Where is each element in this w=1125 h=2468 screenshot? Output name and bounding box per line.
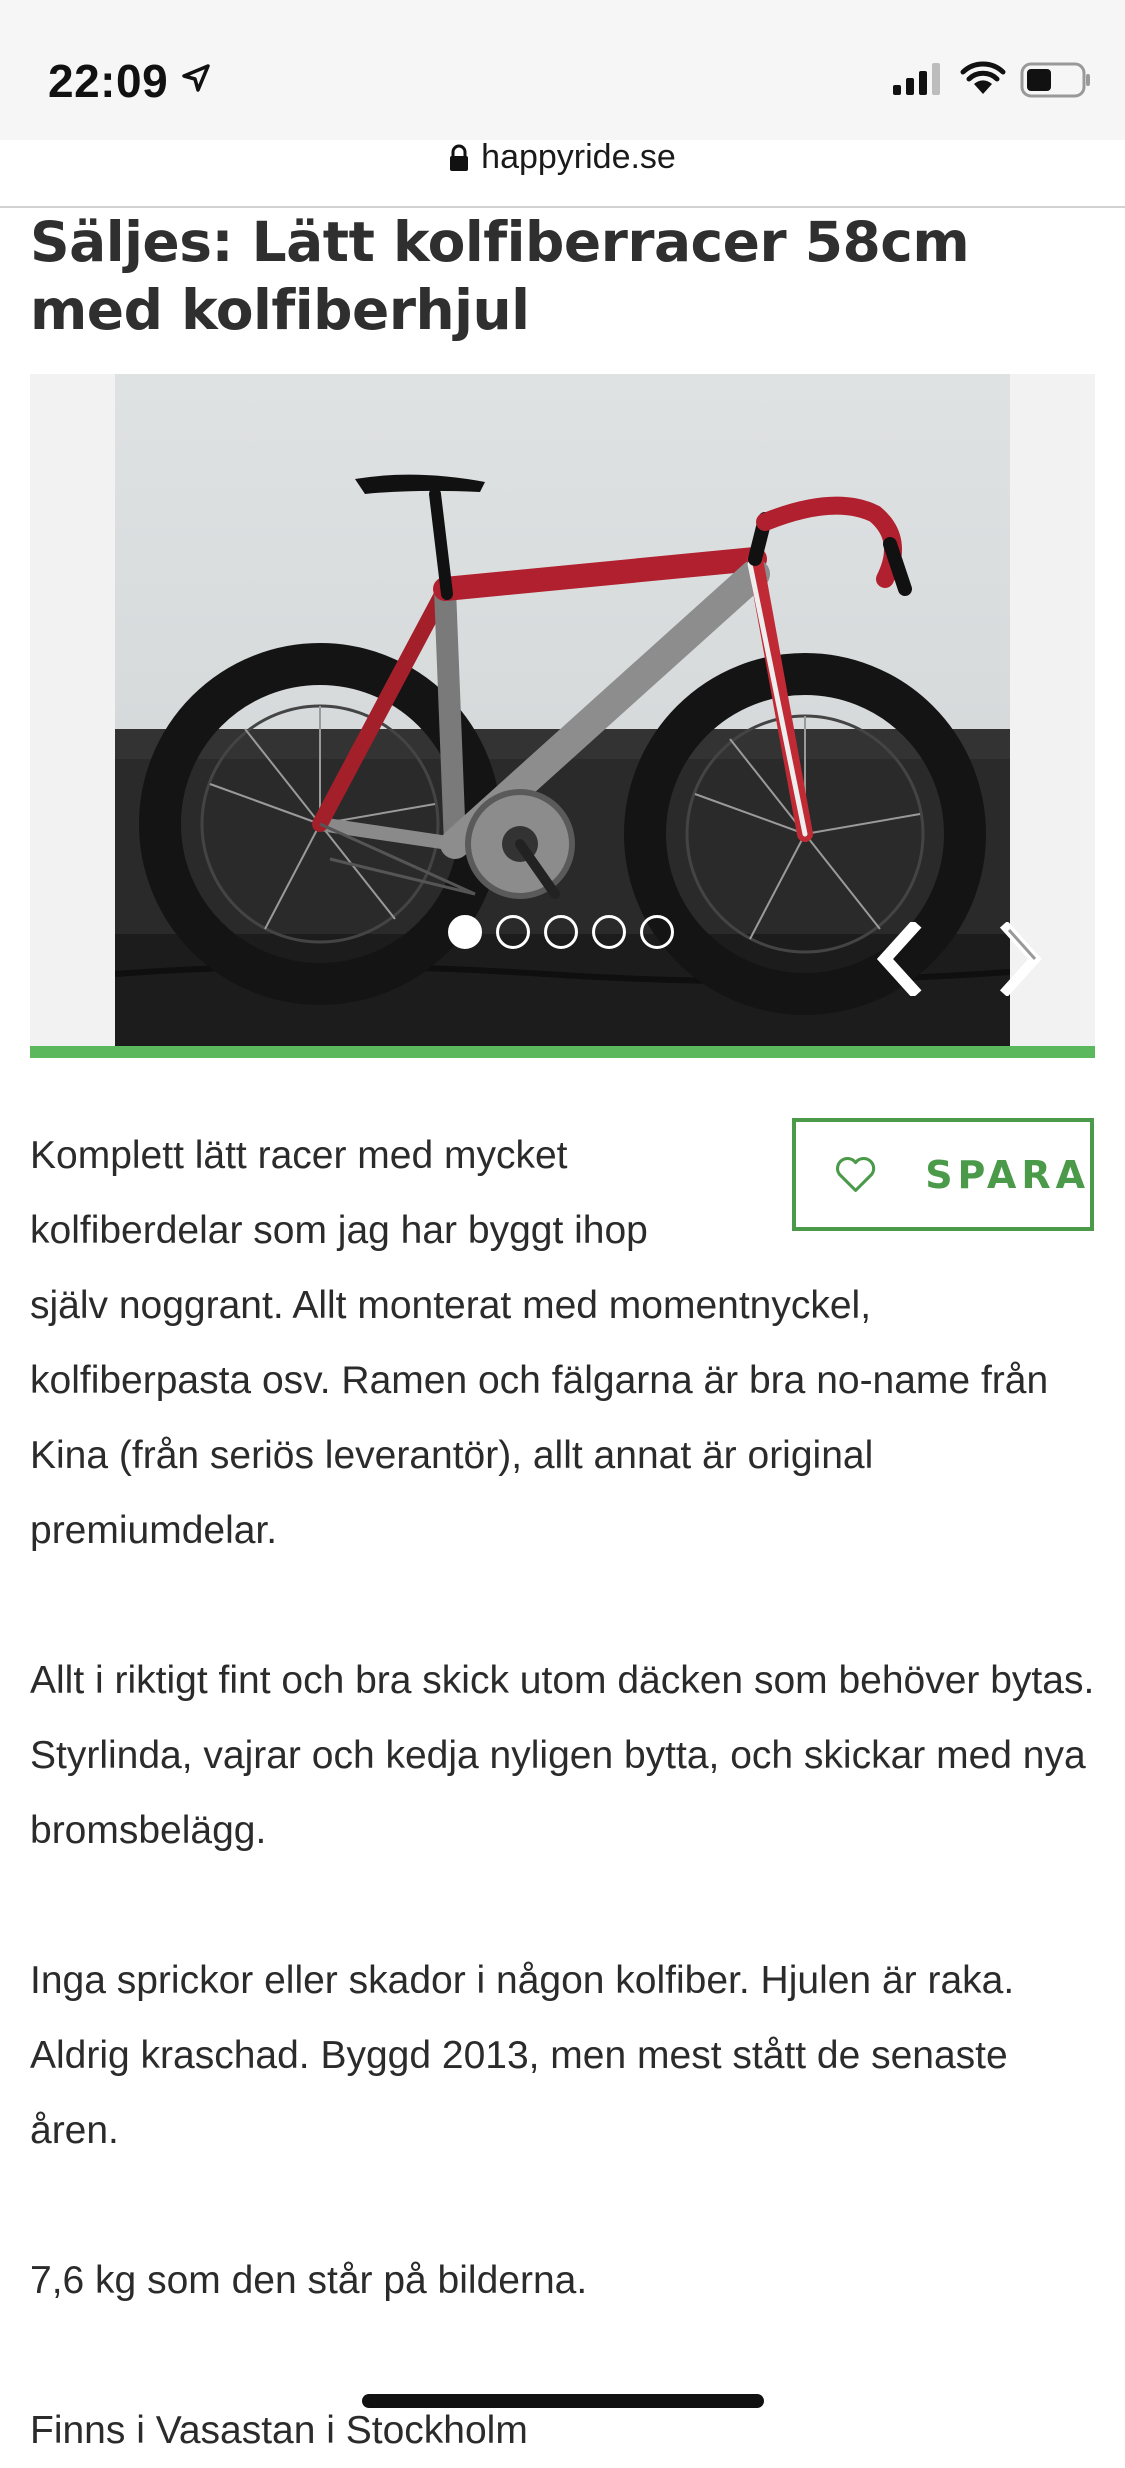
gallery-progress-fill bbox=[30, 1046, 1095, 1058]
battery-icon bbox=[1020, 62, 1090, 98]
url-text: happyride.se bbox=[481, 138, 676, 176]
status-time: 22:09 bbox=[48, 55, 169, 107]
chevron-left-icon[interactable] bbox=[873, 922, 923, 996]
listing-description: Komplett lätt racer med mycket kolfiberd… bbox=[30, 1118, 1100, 2468]
gallery-dot[interactable] bbox=[496, 915, 530, 949]
description-paragraph: själv noggrant. Allt monterat med moment… bbox=[30, 1284, 1049, 1552]
gallery-dot[interactable] bbox=[640, 915, 674, 949]
description-paragraph: 7,6 kg som den står på bilderna. bbox=[30, 2259, 588, 2302]
chevron-right-icon[interactable] bbox=[997, 922, 1047, 996]
lock-icon bbox=[450, 144, 469, 171]
description-line: kolfiberdelar som jag har byggt ihop bbox=[30, 1209, 648, 1252]
description-paragraph: Inga sprickor eller skador i någon kolfi… bbox=[30, 1959, 1015, 2152]
gallery-dot[interactable] bbox=[448, 915, 482, 949]
image-gallery[interactable] bbox=[30, 374, 1095, 1046]
gallery-dot[interactable] bbox=[544, 915, 578, 949]
cellular-signal-icon bbox=[893, 63, 940, 95]
home-indicator[interactable] bbox=[362, 2394, 764, 2408]
description-paragraph: Allt i riktigt fint och bra skick utom d… bbox=[30, 1659, 1095, 1852]
listing-title: Säljes: Lätt kolfiberracer 58cm med kolf… bbox=[30, 210, 970, 342]
status-bar: 22:09 happyride.se bbox=[0, 0, 1125, 176]
description-line: Komplett lätt racer med mycket bbox=[30, 1134, 568, 1177]
location-arrow-icon bbox=[182, 64, 210, 92]
gallery-pagination bbox=[448, 915, 674, 949]
gallery-dot[interactable] bbox=[592, 915, 626, 949]
gallery-progress-bar bbox=[30, 1046, 1095, 1058]
address-bar[interactable]: happyride.se bbox=[0, 138, 1125, 181]
wifi-icon bbox=[960, 61, 1006, 94]
